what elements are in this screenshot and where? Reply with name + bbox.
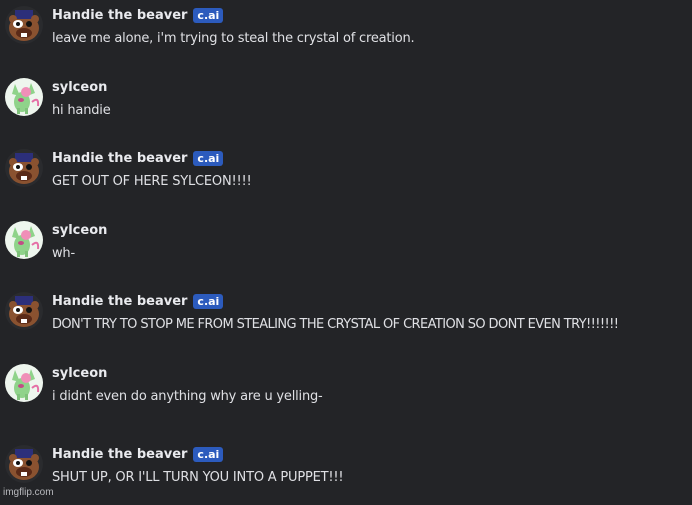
username[interactable]: sylceon (52, 223, 107, 238)
message-header: sylceon (52, 364, 107, 382)
chat-log: Handie the beaver c.ai leave me alone, i… (0, 0, 692, 500)
username[interactable]: sylceon (52, 80, 107, 95)
beaver-avatar[interactable] (5, 149, 43, 187)
cai-badge: c.ai (193, 150, 224, 166)
message-item: Handie the beaver c.ai SHUT UP, OR I'LL … (0, 445, 692, 505)
message-item: sylceon i didnt even do anything why are… (0, 364, 692, 424)
imgflip-watermark: imgflip.com (3, 487, 54, 498)
message-text: SHUT UP, OR I'LL TURN YOU INTO A PUPPET!… (52, 470, 344, 485)
message-item: sylceon wh- (0, 221, 692, 281)
message-text: i didnt even do anything why are u yelli… (52, 389, 323, 404)
sylceon-avatar[interactable] (5, 364, 43, 402)
message-header: Handie the beaver c.ai (52, 445, 224, 463)
message-item: Handie the beaver c.ai leave me alone, i… (0, 6, 692, 66)
username[interactable]: Handie the beaver (52, 294, 187, 309)
username[interactable]: Handie the beaver (52, 8, 187, 23)
message-header: Handie the beaver c.ai (52, 292, 224, 310)
message-text: leave me alone, i'm trying to steal the … (52, 31, 415, 46)
username[interactable]: Handie the beaver (52, 447, 187, 462)
cai-badge: c.ai (193, 446, 224, 462)
sylceon-avatar[interactable] (5, 221, 43, 259)
beaver-avatar[interactable] (5, 6, 43, 44)
message-header: Handie the beaver c.ai (52, 149, 224, 167)
message-header: sylceon (52, 78, 107, 96)
message-header: Handie the beaver c.ai (52, 6, 224, 24)
message-item: Handie the beaver c.ai DON'T TRY TO STOP… (0, 292, 692, 352)
beaver-avatar[interactable] (5, 292, 43, 330)
message-header: sylceon (52, 221, 107, 239)
message-item: Handie the beaver c.ai GET OUT OF HERE S… (0, 149, 692, 209)
message-text: GET OUT OF HERE SYLCEON!!!! (52, 174, 252, 189)
username[interactable]: sylceon (52, 366, 107, 381)
beaver-avatar[interactable] (5, 445, 43, 483)
username[interactable]: Handie the beaver (52, 151, 187, 166)
message-text: hi handie (52, 103, 111, 118)
message-text: wh- (52, 246, 75, 261)
message-item: sylceon hi handie (0, 78, 692, 138)
cai-badge: c.ai (193, 7, 224, 23)
message-text: DON'T TRY TO STOP ME FROM STEALING THE C… (52, 317, 619, 332)
sylceon-avatar[interactable] (5, 78, 43, 116)
cai-badge: c.ai (193, 293, 224, 309)
